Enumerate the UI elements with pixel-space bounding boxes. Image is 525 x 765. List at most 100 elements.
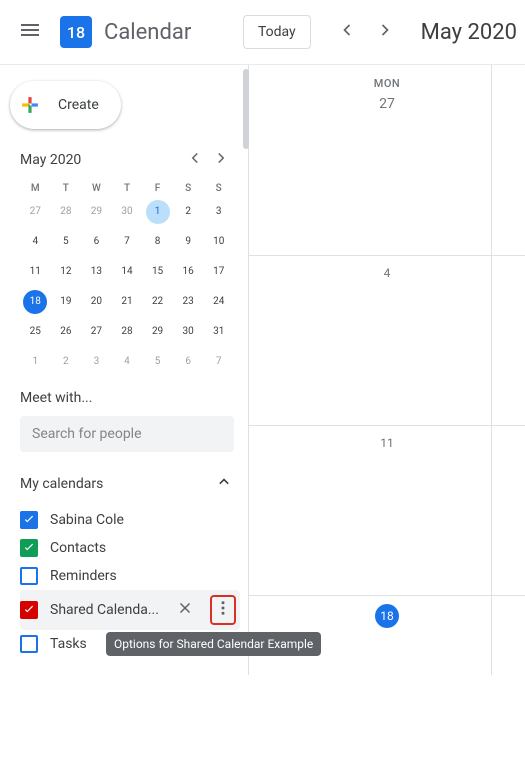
mini-day[interactable]: 24	[207, 290, 231, 314]
mini-day[interactable]: 23	[176, 290, 200, 314]
mini-day[interactable]: 27	[23, 200, 47, 224]
mini-day[interactable]: 4	[115, 350, 139, 374]
mini-day[interactable]: 21	[115, 290, 139, 314]
mini-day[interactable]: 30	[115, 200, 139, 224]
mini-day[interactable]: 29	[84, 200, 108, 224]
period-nav	[329, 12, 403, 52]
mini-day[interactable]: 15	[146, 260, 170, 284]
calendar-checkbox[interactable]	[20, 567, 38, 585]
mini-prev-month-button[interactable]	[182, 145, 208, 175]
calendar-checkbox[interactable]	[20, 601, 38, 619]
mini-calendar-title: May 2020	[20, 152, 182, 168]
my-calendars-label: My calendars	[20, 476, 214, 492]
create-button[interactable]: Create	[10, 81, 121, 129]
mini-day[interactable]: 14	[115, 260, 139, 284]
mini-day[interactable]: 30	[176, 320, 200, 344]
mini-day[interactable]: 4	[23, 230, 47, 254]
mini-day[interactable]: 5	[146, 350, 170, 374]
mini-dow: M	[20, 183, 51, 194]
meet-with-section: Meet with...	[0, 374, 248, 452]
calendar-row[interactable]: Contacts	[20, 534, 240, 562]
mini-day[interactable]: 28	[115, 320, 139, 344]
next-period-button[interactable]	[367, 12, 403, 52]
options-tooltip: Options for Shared Calendar Example	[106, 632, 321, 656]
next-day-column-sliver	[491, 65, 525, 675]
meet-with-label: Meet with...	[20, 390, 234, 406]
mini-dow: S	[203, 183, 234, 194]
calendar-row[interactable]: Shared Calenda...	[20, 590, 240, 630]
mini-day[interactable]: 7	[115, 230, 139, 254]
calendar-logo-icon: 18	[56, 12, 96, 52]
mini-day[interactable]: 16	[176, 260, 200, 284]
week-cell[interactable]: 4	[249, 255, 525, 425]
mini-calendar: May 2020 MTWTFSS272829301234567891011121…	[0, 145, 248, 374]
calendar-checkbox[interactable]	[20, 635, 38, 653]
calendar-name: Contacts	[50, 540, 236, 556]
search-people-input[interactable]	[20, 416, 234, 452]
calendar-row[interactable]: Sabina Cole	[20, 506, 240, 534]
mini-day[interactable]: 1	[146, 200, 170, 224]
current-period-label: May 2020	[421, 20, 517, 45]
calendar-checkbox[interactable]	[20, 511, 38, 529]
my-calendars-section: My calendars Sabina Cole Contacts Reminder…	[0, 452, 248, 658]
mini-day[interactable]: 27	[84, 320, 108, 344]
mini-day[interactable]: 3	[207, 200, 231, 224]
calendar-row[interactable]: Reminders	[20, 562, 240, 590]
mini-day[interactable]: 9	[176, 230, 200, 254]
mini-day[interactable]: 6	[84, 230, 108, 254]
week-cell[interactable]	[492, 255, 525, 425]
mini-day[interactable]: 26	[54, 320, 78, 344]
mini-day[interactable]: 12	[54, 260, 78, 284]
mini-day[interactable]: 11	[23, 260, 47, 284]
mini-day[interactable]: 20	[84, 290, 108, 314]
mini-next-month-button[interactable]	[208, 145, 234, 175]
create-label: Create	[58, 97, 99, 113]
calendar-checkbox[interactable]	[20, 539, 38, 557]
mini-day[interactable]: 31	[207, 320, 231, 344]
date-number: 11	[380, 436, 394, 450]
mini-dow: F	[142, 183, 173, 194]
mini-dow: S	[173, 183, 204, 194]
mini-day[interactable]: 2	[176, 200, 200, 224]
chevron-up-icon	[214, 472, 234, 496]
calendar-name: Reminders	[50, 568, 236, 584]
mini-day[interactable]: 5	[54, 230, 78, 254]
hide-calendar-button[interactable]	[172, 595, 198, 625]
mini-day[interactable]: 28	[54, 200, 78, 224]
mini-day[interactable]: 22	[146, 290, 170, 314]
today-button[interactable]: Today	[243, 15, 311, 49]
mini-day[interactable]: 25	[23, 320, 47, 344]
mini-day[interactable]: 2	[54, 350, 78, 374]
mini-day[interactable]: 17	[207, 260, 231, 284]
mini-day[interactable]: 19	[54, 290, 78, 314]
mini-day[interactable]: 7	[207, 350, 231, 374]
mini-dow: T	[112, 183, 143, 194]
mini-dow: W	[81, 183, 112, 194]
week-cell[interactable]: 11	[249, 425, 525, 595]
prev-period-button[interactable]	[329, 12, 365, 52]
mini-day[interactable]: 29	[146, 320, 170, 344]
today-date-chip[interactable]: 18	[375, 604, 399, 628]
calendar-options-button[interactable]	[210, 595, 236, 625]
main-menu-icon[interactable]	[8, 8, 52, 56]
mini-day[interactable]: 10	[207, 230, 231, 254]
week-cell[interactable]: 18	[249, 595, 525, 765]
mini-day[interactable]: 13	[84, 260, 108, 284]
mini-day[interactable]: 8	[146, 230, 170, 254]
date-number: 4	[384, 266, 391, 280]
mini-dow: T	[51, 183, 82, 194]
day-number-label: 27	[249, 96, 525, 112]
mini-day[interactable]: 6	[176, 350, 200, 374]
mini-day[interactable]: 1	[23, 350, 47, 374]
day-of-week-label: MON	[249, 77, 525, 90]
app-title: Calendar	[104, 20, 191, 45]
day-column-header: MON 27	[249, 65, 525, 112]
my-calendars-toggle[interactable]: My calendars	[20, 472, 240, 496]
mini-day[interactable]: 18	[23, 290, 47, 314]
sidebar: Create May 2020 MTWTFSS27282930123456789…	[0, 65, 248, 675]
calendar-grid[interactable]: MON 27 4 11 18	[248, 65, 525, 675]
calendar-name: Sabina Cole	[50, 512, 236, 528]
mini-day[interactable]: 3	[84, 350, 108, 374]
week-cell[interactable]	[492, 425, 525, 595]
week-cell[interactable]	[492, 595, 525, 765]
